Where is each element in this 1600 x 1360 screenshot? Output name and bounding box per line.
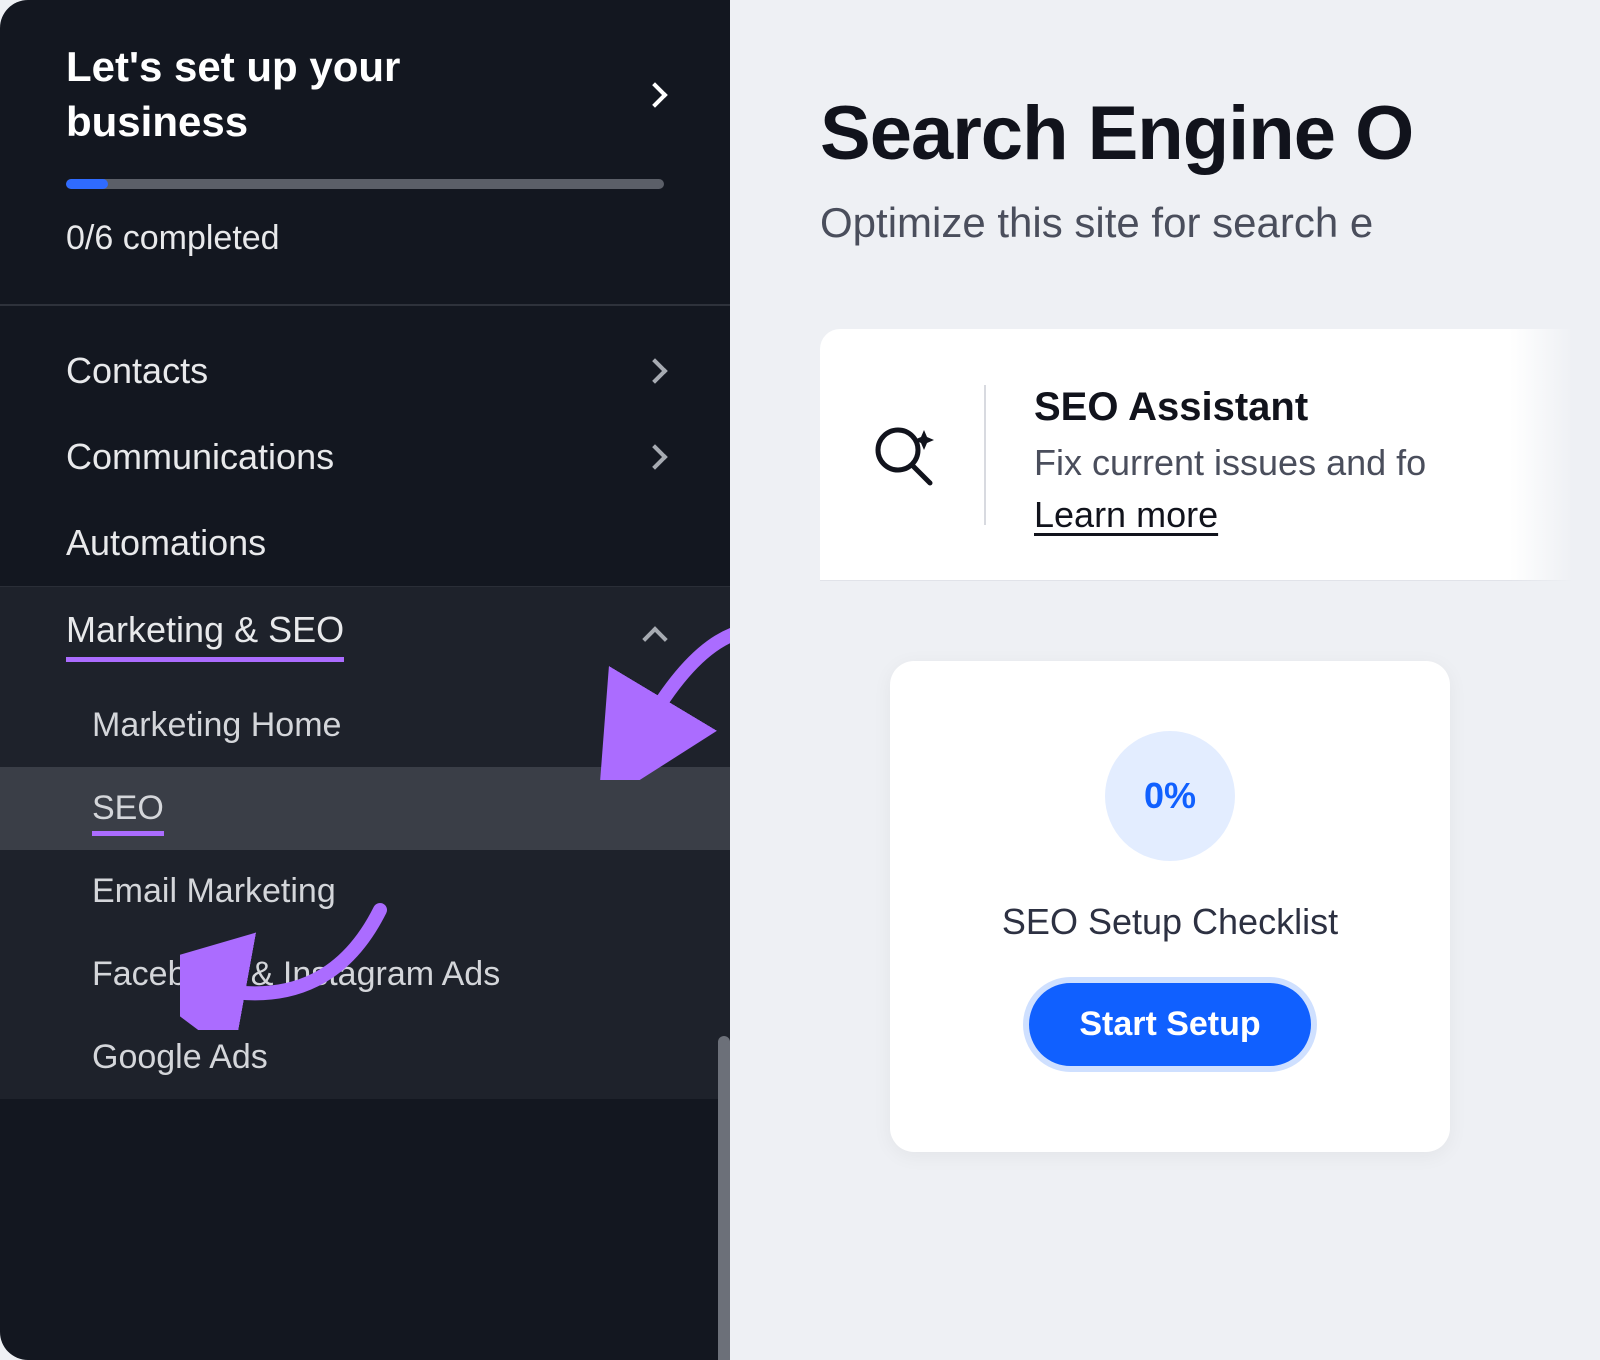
main-content: Search Engine O Optimize this site for s… <box>730 0 1600 1360</box>
chevron-up-icon <box>642 626 667 651</box>
sidebar-item-label: Automations <box>66 522 266 564</box>
sidebar-sub-marketing-home[interactable]: Marketing Home <box>0 684 730 767</box>
sidebar-item-label: Marketing & SEO <box>66 609 344 662</box>
chevron-right-icon <box>642 444 667 469</box>
assistant-learn-more-link[interactable]: Learn more <box>1034 494 1218 536</box>
setup-progress-label: 0/6 completed <box>66 219 664 258</box>
assistant-icon-wrap <box>870 385 986 525</box>
page-title: Search Engine O <box>820 90 1600 177</box>
start-setup-button[interactable]: Start Setup <box>1023 977 1316 1072</box>
sidebar-subnav: Marketing Home SEO Email Marketing Faceb… <box>0 684 730 1099</box>
sidebar-item-marketing-seo[interactable]: Marketing & SEO <box>0 586 730 684</box>
sidebar-item-automations[interactable]: Automations <box>0 500 730 586</box>
sidebar-item-communications[interactable]: Communications <box>0 414 730 500</box>
sidebar-sub-label: Google Ads <box>92 1038 268 1076</box>
sidebar-sub-email-marketing[interactable]: Email Marketing <box>0 850 730 933</box>
sidebar-item-contacts[interactable]: Contacts <box>0 328 730 414</box>
sidebar: Let's set up your business 0/6 completed… <box>0 0 730 1360</box>
setup-block: Let's set up your business 0/6 completed <box>0 0 730 306</box>
sidebar-sub-facebook-instagram-ads[interactable]: Facebook & Instagram Ads <box>0 933 730 1016</box>
sidebar-sub-google-ads[interactable]: Google Ads <box>0 1016 730 1099</box>
chevron-right-icon <box>642 358 667 383</box>
setup-title-row[interactable]: Let's set up your business <box>66 40 664 149</box>
checklist-percent-value: 0% <box>1144 775 1196 817</box>
checklist-percent-badge: 0% <box>1105 731 1235 861</box>
sidebar-sub-label: SEO <box>92 789 164 836</box>
sidebar-sub-label: Marketing Home <box>92 706 341 744</box>
checklist-title: SEO Setup Checklist <box>1002 901 1338 943</box>
sidebar-item-label: Contacts <box>66 350 208 392</box>
sidebar-sub-label: Facebook & Instagram Ads <box>92 955 500 993</box>
search-sparkle-icon <box>870 420 940 490</box>
chevron-right-icon <box>642 82 667 107</box>
assistant-desc: Fix current issues and fo <box>1034 442 1600 484</box>
page-subtitle: Optimize this site for search e <box>820 199 1600 247</box>
setup-progress-fill <box>66 179 108 189</box>
assistant-title: SEO Assistant <box>1034 385 1600 430</box>
sidebar-scrollbar-thumb[interactable] <box>718 1036 730 1360</box>
assistant-body: SEO Assistant Fix current issues and fo … <box>1034 385 1600 536</box>
seo-checklist-card: 0% SEO Setup Checklist Start Setup <box>890 661 1450 1152</box>
seo-assistant-card: SEO Assistant Fix current issues and fo … <box>820 329 1600 581</box>
setup-progress-track <box>66 179 664 189</box>
sidebar-item-label: Communications <box>66 436 334 478</box>
setup-title: Let's set up your business <box>66 40 536 149</box>
sidebar-sub-seo[interactable]: SEO <box>0 767 730 850</box>
sidebar-nav: Contacts Communications Automations Mark… <box>0 306 730 1099</box>
sidebar-sub-label: Email Marketing <box>92 872 336 910</box>
